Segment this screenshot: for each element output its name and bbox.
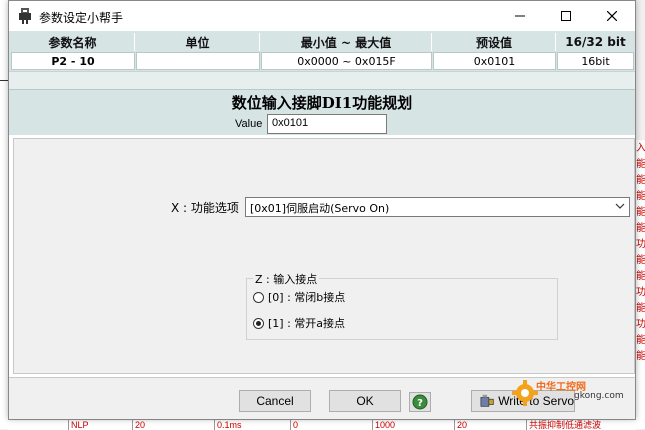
maximize-button[interactable] [543, 1, 589, 31]
parameter-helper-dialog: 参数设定小帮手 参数名称 单位 最小值 ~ 最大值 预设值 16/32 bit … [8, 0, 636, 419]
function-select-label: X : 功能选项 [171, 201, 239, 215]
bg-right-char: 能 [636, 255, 645, 266]
input-contact-legend: Z : 输入接点 [253, 271, 320, 287]
radio-selected-icon[interactable] [253, 317, 264, 329]
help-icon: ? [412, 394, 428, 410]
bg-right-char: 能 [636, 175, 645, 186]
bg-right-char: 能 [636, 303, 645, 314]
watermark-url: gkong.com [574, 391, 624, 401]
value-param-name: P2 - 10 [11, 52, 135, 70]
bg-right-char: 能 [636, 191, 645, 202]
background-tab-mark [0, 80, 8, 89]
section-title: 数位输入接脚DI1功能规划 [9, 89, 635, 114]
close-button[interactable] [589, 1, 635, 31]
ok-button[interactable]: OK [329, 390, 401, 412]
app-icon [19, 8, 31, 24]
bg-right-char: 能 [636, 351, 645, 362]
close-icon [607, 11, 617, 21]
function-select[interactable]: [0x01]伺服启动(Servo On) [245, 197, 630, 217]
bg-right-char: 能 [636, 159, 645, 170]
header-unit: 单位 [136, 33, 260, 51]
background-table-row: NLP 20 0.1ms 0 1000 20 共振抑制低通滤波 [8, 419, 636, 430]
help-button[interactable]: ? [409, 392, 431, 412]
minimize-icon [515, 15, 525, 17]
minimize-button[interactable] [497, 1, 543, 31]
bg-right-char: 功 [636, 287, 645, 298]
radio-icon[interactable] [253, 291, 264, 303]
header-range: 最小值 ~ 最大值 [261, 33, 432, 51]
bg-right-char: 入 [636, 143, 645, 154]
header-bits: 16/32 bit [557, 33, 634, 51]
chevron-down-icon [615, 203, 625, 209]
radio-label: [1] : 常开a接点 [268, 317, 346, 330]
header-default: 预设值 [433, 33, 556, 51]
title-bar[interactable]: 参数设定小帮手 [9, 1, 635, 31]
bg-right-char: 能 [636, 223, 645, 234]
function-select-value: [0x01]伺服启动(Servo On) [250, 202, 390, 215]
bg-right-char: 功 [636, 239, 645, 250]
bg-right-char: 能 [636, 271, 645, 282]
value-bits: 16bit [557, 52, 634, 70]
radio-normally-open[interactable]: [1] : 常开a接点 [253, 314, 345, 332]
bg-right-char: 能 [636, 207, 645, 218]
value-range: 0x0000 ~ 0x015F [261, 52, 432, 70]
function-settings-panel: X : 功能选项 [0x01]伺服启动(Servo On) Z : 输入接点 [… [13, 138, 635, 374]
value-input[interactable]: 0x0101 [267, 114, 387, 134]
section-separator [9, 71, 635, 90]
cancel-button[interactable]: Cancel [239, 390, 311, 412]
value-row: Value 0x0101 [9, 113, 635, 135]
value-unit [136, 52, 260, 70]
input-contact-group: Z : 输入接点 [0] : 常闭b接点 [1] : 常开a接点 [246, 271, 558, 340]
servo-write-icon [480, 394, 494, 407]
window-title: 参数设定小帮手 [39, 11, 124, 25]
value-default: 0x0101 [433, 52, 556, 70]
radio-label: [0] : 常闭b接点 [268, 291, 346, 304]
maximize-icon [561, 11, 571, 21]
bg-right-char: 功 [636, 319, 645, 330]
header-param-name: 参数名称 [11, 33, 135, 51]
bg-right-char: 能 [636, 335, 645, 346]
value-label: Value [235, 118, 263, 130]
svg-text:?: ? [417, 398, 423, 409]
parameter-info-table: 参数名称 单位 最小值 ~ 最大值 预设值 16/32 bit P2 - 10 … [9, 31, 635, 71]
watermark: 中华工控网 gkong.com [510, 378, 645, 418]
radio-normally-closed[interactable]: [0] : 常闭b接点 [253, 288, 345, 306]
